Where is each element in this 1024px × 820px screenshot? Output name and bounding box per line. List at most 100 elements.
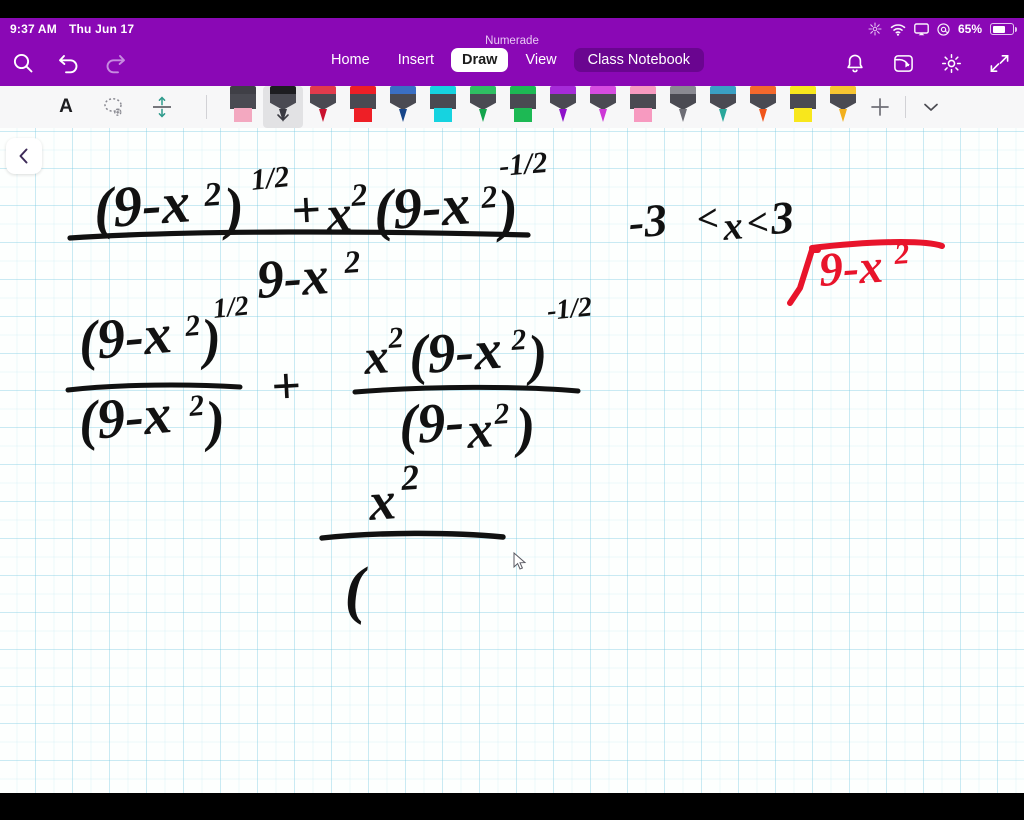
settings-gear-icon[interactable] [936,48,966,78]
svg-text:3: 3 [767,191,795,244]
chevron-down-icon[interactable] [914,86,948,128]
pen-red-dark-glyph [310,86,336,128]
back-button[interactable] [6,138,42,174]
pen-body [590,94,616,110]
pen-nib [839,109,847,122]
pen-cap [510,86,536,94]
tab-view[interactable]: View [514,48,567,72]
chevron-left-icon [19,148,28,164]
pen-body [230,94,256,109]
svg-text:x: x [366,470,398,532]
lasso-select-tool[interactable] [100,93,128,121]
pen-options-chevron-down-icon[interactable] [276,109,290,127]
svg-text:(9-x: (9-x [76,303,174,373]
pen-cap [270,86,296,94]
pen-nib [434,108,452,122]
tab-home[interactable]: Home [320,48,381,72]
pen-red-highlighter[interactable] [343,86,383,128]
svg-text:(9-x: (9-x [407,319,504,387]
pen-nib [794,108,812,122]
svg-text:2: 2 [509,323,527,357]
svg-text:(9-: (9- [397,391,466,457]
pen-purple-glyph [550,86,576,128]
pen-body [390,94,416,110]
pen-blue[interactable] [383,86,423,128]
text-tool[interactable]: A [52,93,80,121]
expression-plus-sign: + [270,358,303,416]
pen-nib [234,108,252,122]
pen-teal[interactable] [703,86,743,128]
add-pen-button[interactable] [863,86,897,128]
svg-text:2: 2 [386,321,404,355]
svg-text:(9-x: (9-x [91,169,192,241]
ribbon-right-icons [840,48,1014,78]
pen-magenta[interactable] [583,86,623,128]
pen-orange[interactable] [743,86,783,128]
pen-yellow-highlighter[interactable] [783,86,823,128]
draw-tools-group: A [0,86,217,128]
pen-black[interactable] [263,86,303,128]
pen-body [350,94,376,109]
pen-pink-highlighter-2[interactable] [623,86,663,128]
svg-text:x: x [464,401,495,460]
svg-text:2: 2 [187,389,206,423]
tab-insert[interactable]: Insert [387,48,445,72]
pen-nib [479,109,487,122]
screen-top-bezel [0,0,1024,18]
svg-text:): ) [195,308,224,372]
pen-cap [550,86,576,94]
svg-text:9-x: 9-x [817,240,885,297]
svg-text:2: 2 [202,176,223,214]
svg-text:): ) [217,175,246,242]
bell-icon[interactable] [840,48,870,78]
pen-body [830,94,856,110]
pen-red-dark[interactable] [303,86,343,128]
svg-text:-3: -3 [626,194,669,248]
pen-cap [670,86,696,94]
pen-blue-glyph [390,86,416,128]
notebook-canvas[interactable]: (9-x 2 ) 1/2 + x 2 (9-x 2 ) -1/2 9-x 2 -… [0,128,1024,793]
pen-body [670,94,696,110]
pen-body [750,94,776,110]
pen-gold[interactable] [823,86,863,128]
pen-green-highlighter[interactable] [503,86,543,128]
pen-green-highlighter-glyph [510,86,536,128]
pen-cap [710,86,736,94]
svg-text:(9-x: (9-x [76,383,174,453]
pen-toolbar: A [0,86,1024,128]
pen-cap [390,86,416,94]
pen-pink-highlighter[interactable] [223,86,263,128]
svg-text:): ) [199,390,228,454]
svg-text:1/2: 1/2 [211,290,250,325]
pen-green-glyph [470,86,496,128]
insert-space-tool[interactable] [148,93,176,121]
pen-picker [223,86,863,128]
airplay-icon [914,22,929,36]
pen-nib [399,109,407,122]
svg-text:2: 2 [492,397,510,431]
pen-pink-highlighter-2-glyph [630,86,656,128]
pen-nib [719,109,727,122]
svg-text:1/2: 1/2 [249,160,291,197]
tab-draw[interactable]: Draw [450,48,509,72]
status-bar-left: 9:37 AM Thu Jun 17 [10,22,134,36]
pen-purple[interactable] [543,86,583,128]
pen-cap [230,86,256,94]
collapse-ribbon-icon[interactable] [984,48,1014,78]
mouse-cursor [513,552,527,570]
pen-nib [599,109,607,122]
tab-class-notebook[interactable]: Class Notebook [573,48,704,72]
expression-line-2-right: x 2 (9-x 2 ) -1/2 (9- x 2 ) [352,291,594,460]
battery-percent-label: 65% [957,22,982,36]
pen-body [510,94,536,109]
pen-green[interactable] [463,86,503,128]
share-icon[interactable] [888,48,918,78]
svg-text:): ) [510,396,538,459]
svg-text:): ) [491,177,520,244]
expression-line-1: (9-x 2 ) 1/2 + x 2 (9-x 2 ) -1/2 9-x 2 [67,146,549,310]
svg-text:(9-x: (9-x [371,171,472,243]
pen-gray[interactable] [663,86,703,128]
expression-line-3: x 2 ( [319,457,506,626]
pen-body [430,94,456,109]
pen-cyan-highlighter[interactable] [423,86,463,128]
